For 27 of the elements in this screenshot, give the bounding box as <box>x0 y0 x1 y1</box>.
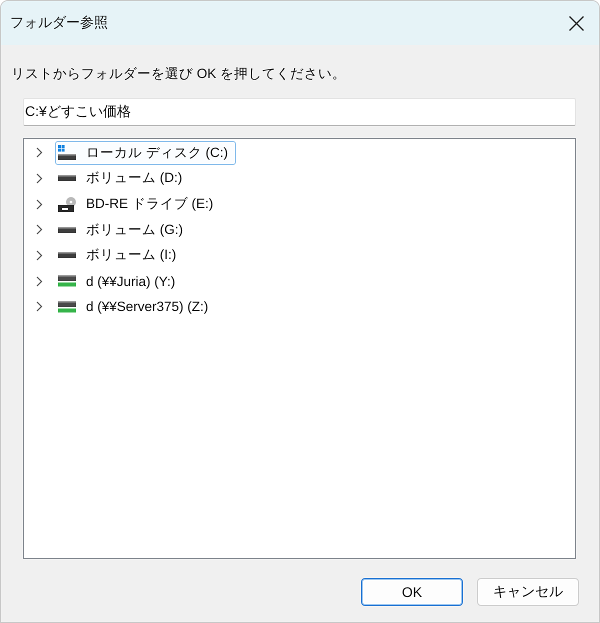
disc-drive-icon <box>58 196 76 212</box>
close-icon <box>568 16 584 30</box>
instruction-text: リストからフォルダーを選び OK を押してください。 <box>11 65 348 83</box>
tree-item[interactable]: ボリューム (I:) <box>55 243 184 268</box>
tree-item[interactable]: d (¥¥Juria) (Y:) <box>55 269 184 294</box>
tree-item[interactable]: ローカル ディスク (C:) <box>55 140 236 165</box>
chevron-icon[interactable] <box>36 250 43 261</box>
drive-icon <box>58 175 76 182</box>
chevron-icon[interactable] <box>36 172 43 184</box>
chevron-icon[interactable] <box>36 301 43 312</box>
chevron-icon[interactable] <box>36 147 43 158</box>
drive-icon <box>58 226 76 233</box>
window-title: フォルダー参照 <box>10 14 108 32</box>
tree-item[interactable]: BD-RE ドライブ (E:) <box>55 192 222 216</box>
network-drive-icon <box>58 301 76 313</box>
ok-button[interactable]: OK <box>361 578 463 606</box>
chevron-icon[interactable] <box>36 276 43 287</box>
chevron-icon[interactable] <box>36 198 43 210</box>
network-drive-icon <box>58 275 76 287</box>
path-field[interactable]: C:¥どすこい価格 <box>23 98 576 126</box>
chevron-icon[interactable] <box>36 224 43 236</box>
system-drive-icon <box>58 145 76 160</box>
tree-item[interactable]: d (¥¥Server375) (Z:) <box>55 294 216 319</box>
cancel-button[interactable]: キャンセル <box>477 578 579 606</box>
tree-item[interactable]: ボリューム (G:) <box>55 218 191 242</box>
drive-icon <box>58 252 76 258</box>
tree-item[interactable]: ボリューム (D:) <box>55 166 190 190</box>
